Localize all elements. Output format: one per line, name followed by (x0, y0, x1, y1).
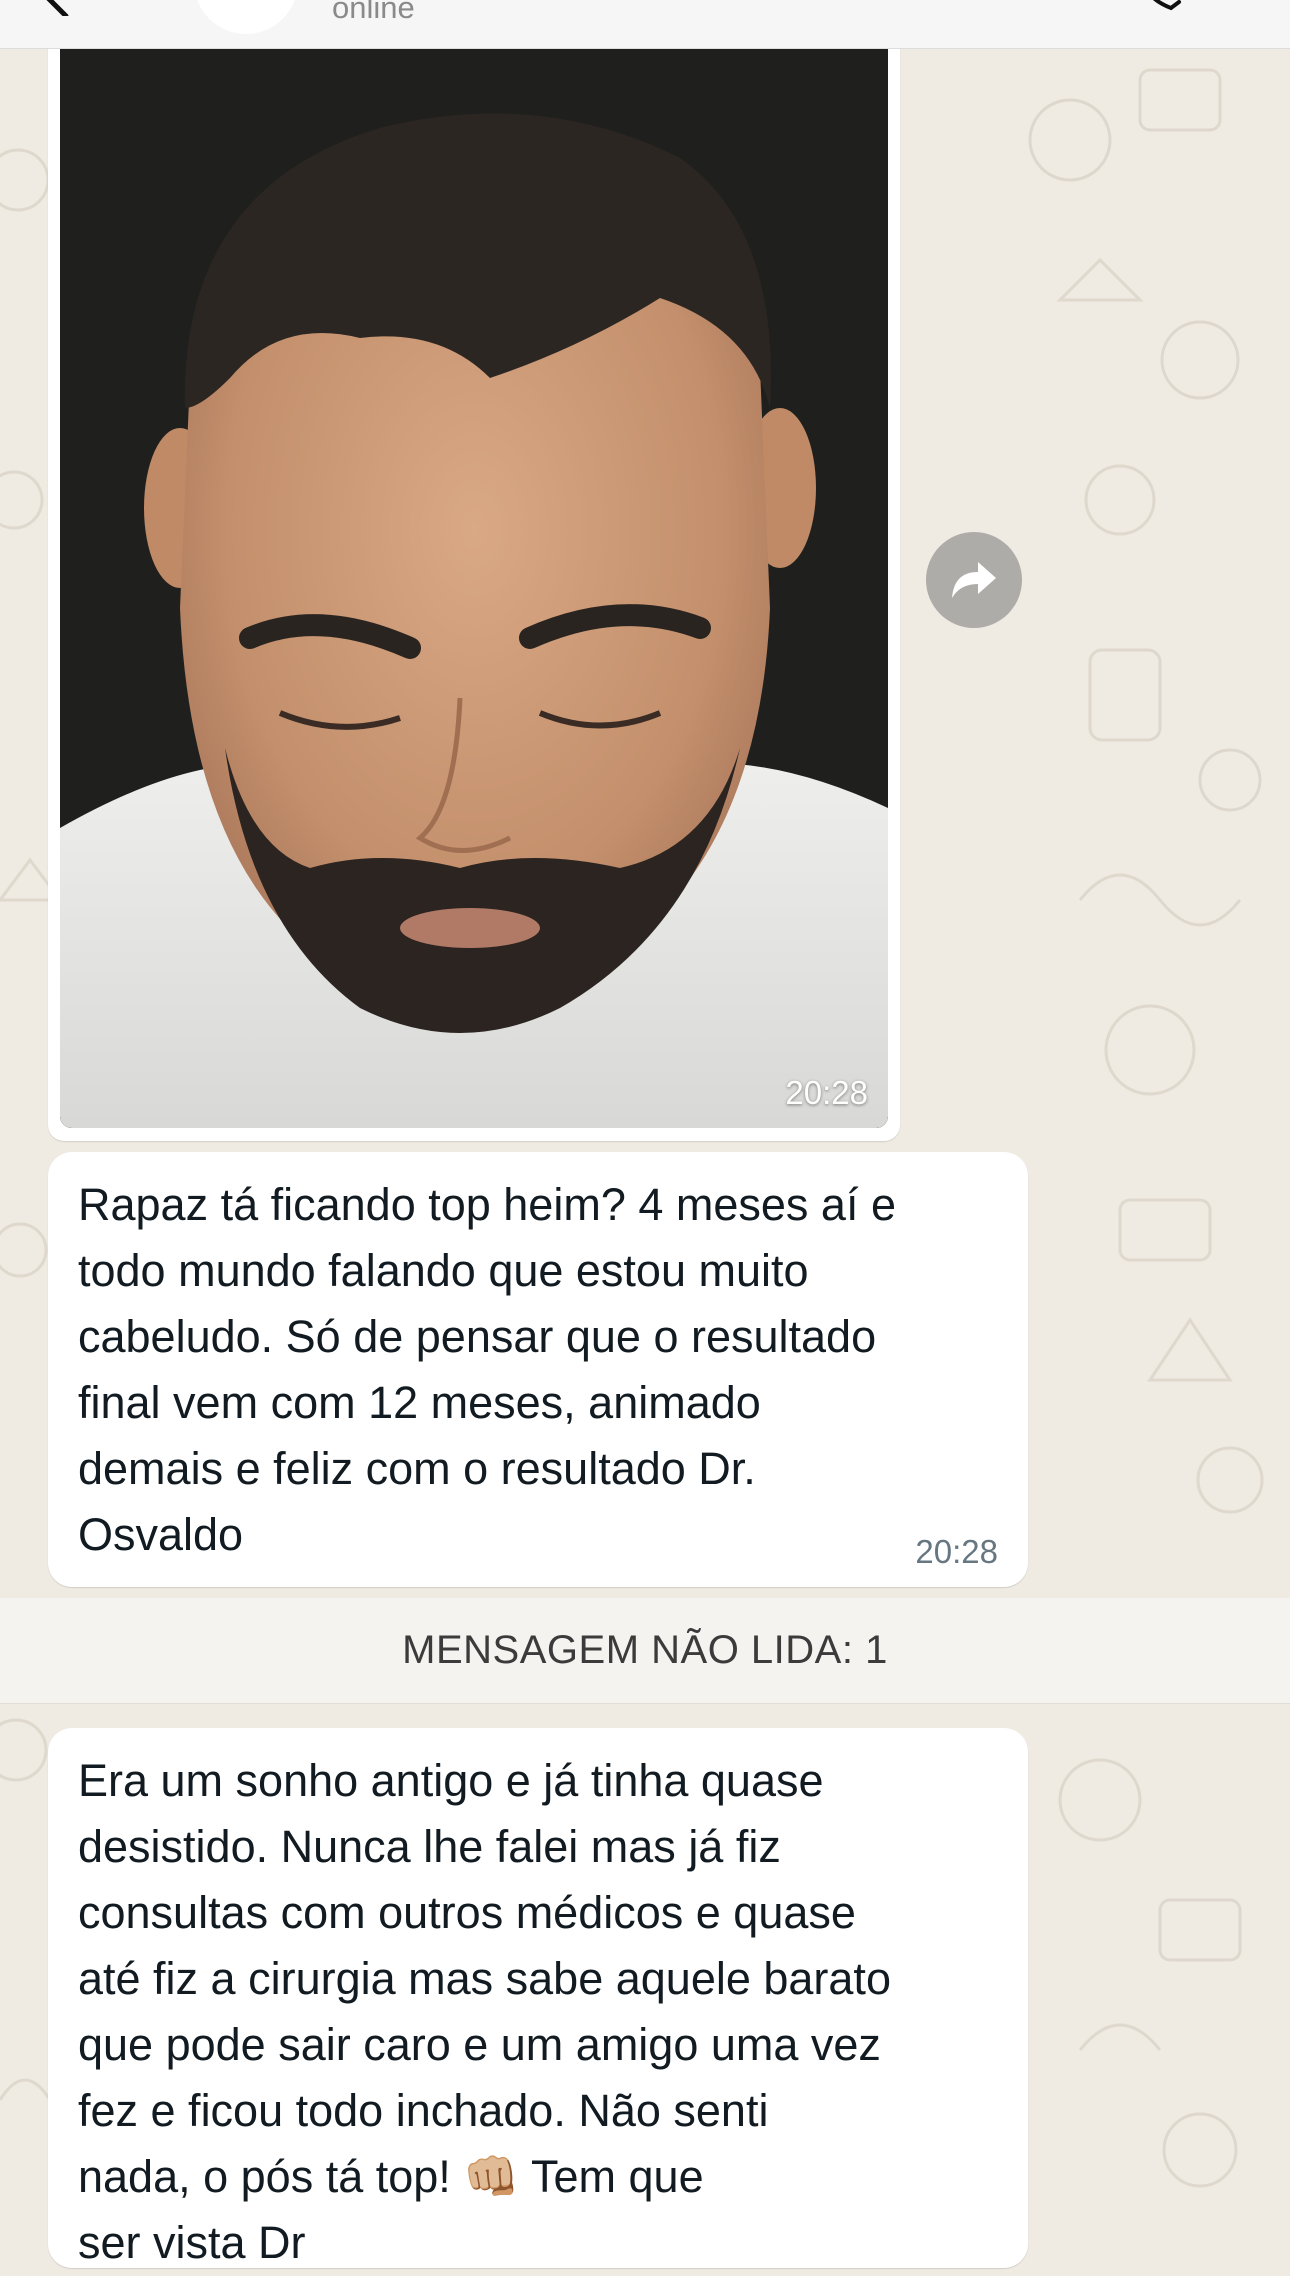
forward-button[interactable] (926, 532, 1022, 628)
image-timestamp: 20:28 (785, 1074, 868, 1111)
unread-messages-divider: MENSAGEM NÃO LIDA: 1 (0, 1598, 1290, 1704)
chevron-left-icon[interactable] (38, 0, 78, 16)
message-text: Era um sonho antigo e já tinha quase des… (78, 1755, 891, 2268)
image-message[interactable]: 20:28 (48, 26, 900, 1141)
message-timestamp: 20:28 (915, 1533, 998, 1570)
message-text: Rapaz tá ficando top heim? 4 meses aí e … (78, 1179, 896, 1560)
text-message[interactable]: Era um sonho antigo e já tinha quase des… (48, 1728, 1028, 2268)
forward-arrow-icon (952, 562, 996, 598)
phone-icon[interactable] (1135, 0, 1183, 16)
chat-header: online (0, 0, 1290, 49)
man-portrait-illustration (60, 48, 888, 1128)
contact-status: online (332, 0, 415, 25)
contact-avatar[interactable] (194, 0, 298, 34)
text-message[interactable]: Rapaz tá ficando top heim? 4 meses aí e … (48, 1152, 1028, 1587)
message-photo[interactable]: 20:28 (60, 48, 888, 1128)
unread-label: MENSAGEM NÃO LIDA: 1 (402, 1628, 888, 1672)
